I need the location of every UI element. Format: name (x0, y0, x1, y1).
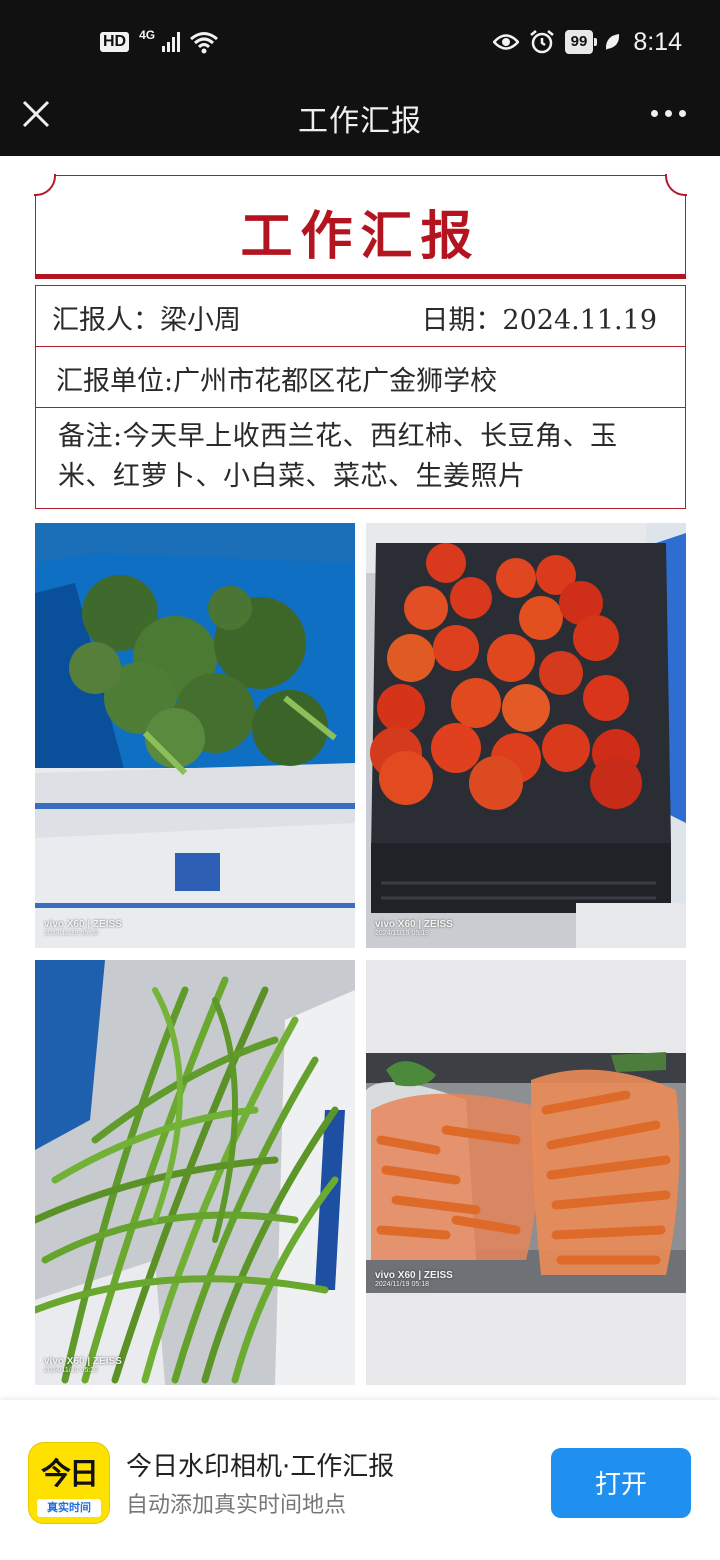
reporter: 汇报人：梁小周 (52, 305, 241, 336)
report-unit: 汇报单位:广州市花都区花广金狮学校 (56, 366, 498, 397)
clock: 8:14 (633, 27, 682, 56)
corner-ornament-right (665, 174, 687, 196)
app-logo-icon[interactable]: 今日 真实时间 (28, 1442, 110, 1524)
watermark-brand: vivo X60 | ZEISS (375, 919, 453, 930)
status-left: HD 4G (100, 26, 219, 58)
report-date: 日期：2024.11.19 (421, 305, 657, 336)
title-divider (35, 274, 686, 279)
photo-carrots[interactable]: vivo X60 | ZEISS 2024/11/19 05:18 (366, 960, 686, 1385)
leaf-icon (606, 34, 620, 50)
photo-watermark: vivo X60 | ZEISS 2024/11/19 05:20 (44, 919, 122, 937)
status-bar: HD 4G 99 8:14 (0, 0, 720, 84)
photo-watermark: vivo X60 | ZEISS 2024/11/19 05:20 (44, 1356, 122, 1374)
watermark-brand: vivo X60 | ZEISS (375, 1270, 453, 1281)
watermark-time: 2024/11/19 05:19 (375, 930, 429, 937)
report-title-box: 工作汇报 (34, 174, 687, 274)
corner-ornament-left (34, 174, 56, 196)
watermark-brand: vivo X60 | ZEISS (44, 1356, 122, 1367)
app-logo-text: 今日 (41, 1457, 99, 1492)
report-card: 工作汇报 汇报人：梁小周 日期：2024.11.19 汇报单位:广州市花都区花广… (34, 174, 687, 509)
status-right: 99 8:14 (492, 26, 682, 58)
wifi-icon (190, 32, 219, 54)
watermark-time: 2024/11/19 05:18 (375, 1281, 429, 1288)
note-row: 备注:今天早上收西兰花、西红柿、长豆角、玉米、红萝卜、小白菜、菜芯、生姜照片 (35, 408, 686, 509)
tomatoes-image (366, 523, 686, 948)
watermark-brand: vivo X60 | ZEISS (44, 919, 122, 930)
photo-broccoli[interactable]: vivo X60 | ZEISS 2024/11/19 05:20 (35, 523, 355, 948)
photo-watermark: vivo X60 | ZEISS 2024/11/19 05:18 (375, 1270, 453, 1288)
open-app-button[interactable]: 打开 (551, 1448, 691, 1518)
signal-icon (162, 32, 181, 52)
page-title: 工作汇报 (298, 104, 422, 139)
banner-title: 今日水印相机·工作汇报 (126, 1452, 395, 1482)
watermark-time: 2024/11/19 05:20 (44, 930, 98, 937)
network-type: 4G (139, 28, 156, 42)
app-logo-caption: 真实时间 (37, 1499, 101, 1517)
reporter-row: 汇报人：梁小周 日期：2024.11.19 (35, 285, 686, 347)
photo-watermark: vivo X60 | ZEISS 2024/11/19 05:19 (375, 919, 453, 937)
watermark-time: 2024/11/19 05:20 (44, 1367, 98, 1374)
report-title: 工作汇报 (240, 206, 481, 267)
banner-subtitle: 自动添加真实时间地点 (126, 1493, 347, 1518)
eye-icon (492, 34, 519, 50)
photo-tomatoes[interactable]: vivo X60 | ZEISS 2024/11/19 05:19 (366, 523, 686, 948)
long-beans-image (35, 960, 355, 1385)
more-icon[interactable] (651, 110, 686, 117)
alarm-icon (529, 30, 554, 54)
battery-indicator: 99 (564, 30, 597, 54)
broccoli-image (35, 523, 355, 948)
nav-bar: 工作汇报 (0, 84, 720, 156)
carrots-image (366, 960, 686, 1385)
report-note: 备注:今天早上收西兰花、西红柿、长豆角、玉米、红萝卜、小白菜、菜芯、生姜照片 (58, 421, 618, 492)
app-promo-banner: 今日 真实时间 今日水印相机·工作汇报 自动添加真实时间地点 打开 (0, 1400, 720, 1560)
unit-row: 汇报单位:广州市花都区花广金狮学校 (35, 347, 686, 408)
hd-badge: HD (100, 32, 130, 52)
photo-long-beans[interactable]: vivo X60 | ZEISS 2024/11/19 05:20 (35, 960, 355, 1385)
